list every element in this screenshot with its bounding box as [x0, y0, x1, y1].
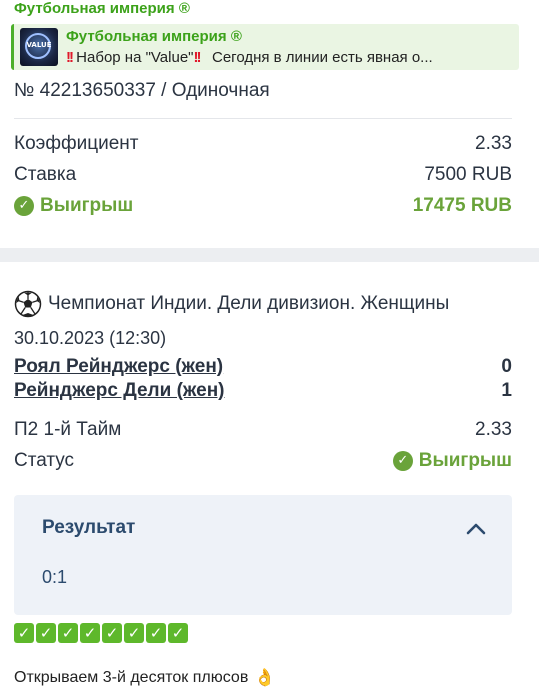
team-name-home[interactable]: Роял Рейнджерс (жен) — [14, 356, 223, 378]
result-panel[interactable]: Результат 0:1 — [14, 495, 512, 615]
footer-text: Открываем 3-й десяток плюсов — [14, 669, 249, 686]
channel-name[interactable]: Футбольная империя ® — [14, 0, 190, 17]
thumbnail-logo-text: VALUE — [26, 41, 52, 49]
stake-value: 7500 RUB — [424, 164, 512, 185]
check-mark-icon: ✓ — [14, 623, 34, 643]
result-score: 0:1 — [42, 567, 68, 587]
reply-snippet-text: Набор на "Value" — [76, 49, 194, 66]
odds-value: 2.33 — [475, 133, 512, 154]
team-name-away[interactable]: Рейнджерс Дели (жен) — [14, 380, 225, 402]
result-title: Результат — [42, 517, 136, 538]
team-score-home: 0 — [501, 356, 512, 377]
ok-hand-icon: 👌 — [254, 668, 276, 688]
league-name: Чемпионат Индии. Дели дивизион. Женщины — [48, 293, 450, 314]
footer-message: Открываем 3-й десяток плюсов 👌 — [14, 668, 275, 688]
win-value: 17475 RUB — [412, 195, 512, 216]
stake-label: Ставка — [14, 164, 77, 185]
reply-author: Футбольная империя ® — [66, 28, 242, 45]
win-label: Выигрыш — [40, 195, 134, 216]
divider — [14, 118, 512, 119]
check-mark-icon: ✓ — [58, 623, 78, 643]
check-mark-icon: ✓ — [36, 623, 56, 643]
check-mark-icon: ✓ — [168, 623, 188, 643]
market-label: П2 1-й Тайм — [14, 419, 122, 440]
check-mark-icon: ✓ — [80, 623, 100, 643]
reply-snippet-rest: Сегодня в линии есть явная о... — [212, 49, 433, 66]
ticket-number: № 42213650337 / Одиночная — [14, 80, 270, 101]
double-exclamation-icon: !! — [193, 49, 201, 66]
check-mark-icon: ✓ — [102, 623, 122, 643]
status-text: Выигрыш — [418, 450, 512, 471]
reply-snippet: !! Набор на "Value"!! Сегодня в линии ес… — [66, 49, 516, 66]
status-value: ✓ Выигрыш — [392, 450, 512, 472]
event-date: 30.10.2023 (12:30) — [14, 328, 167, 348]
league-title: Чемпионат Индии. Дели дивизион. Женщины — [14, 290, 449, 318]
reply-thumbnail: VALUE — [20, 28, 58, 66]
check-mark-icon: ✓ — [124, 623, 144, 643]
status-label: Статус — [14, 450, 75, 471]
chevron-up-icon[interactable] — [466, 521, 486, 535]
reply-preview[interactable]: VALUE Футбольная империя ® !! Набор на "… — [11, 24, 519, 70]
check-mark-icon: ✓ — [146, 623, 166, 643]
soccer-ball-icon — [14, 290, 42, 318]
odds-label: Коэффициент — [14, 133, 139, 154]
checkmark-row: ✓ ✓ ✓ ✓ ✓ ✓ ✓ ✓ — [14, 623, 190, 643]
market-value: 2.33 — [475, 419, 512, 440]
section-gap — [0, 248, 539, 262]
check-circle-icon: ✓ — [392, 450, 413, 471]
team-score-away: 1 — [501, 380, 512, 401]
double-exclamation-icon: !! — [66, 49, 74, 66]
check-circle-icon: ✓ — [14, 196, 34, 216]
